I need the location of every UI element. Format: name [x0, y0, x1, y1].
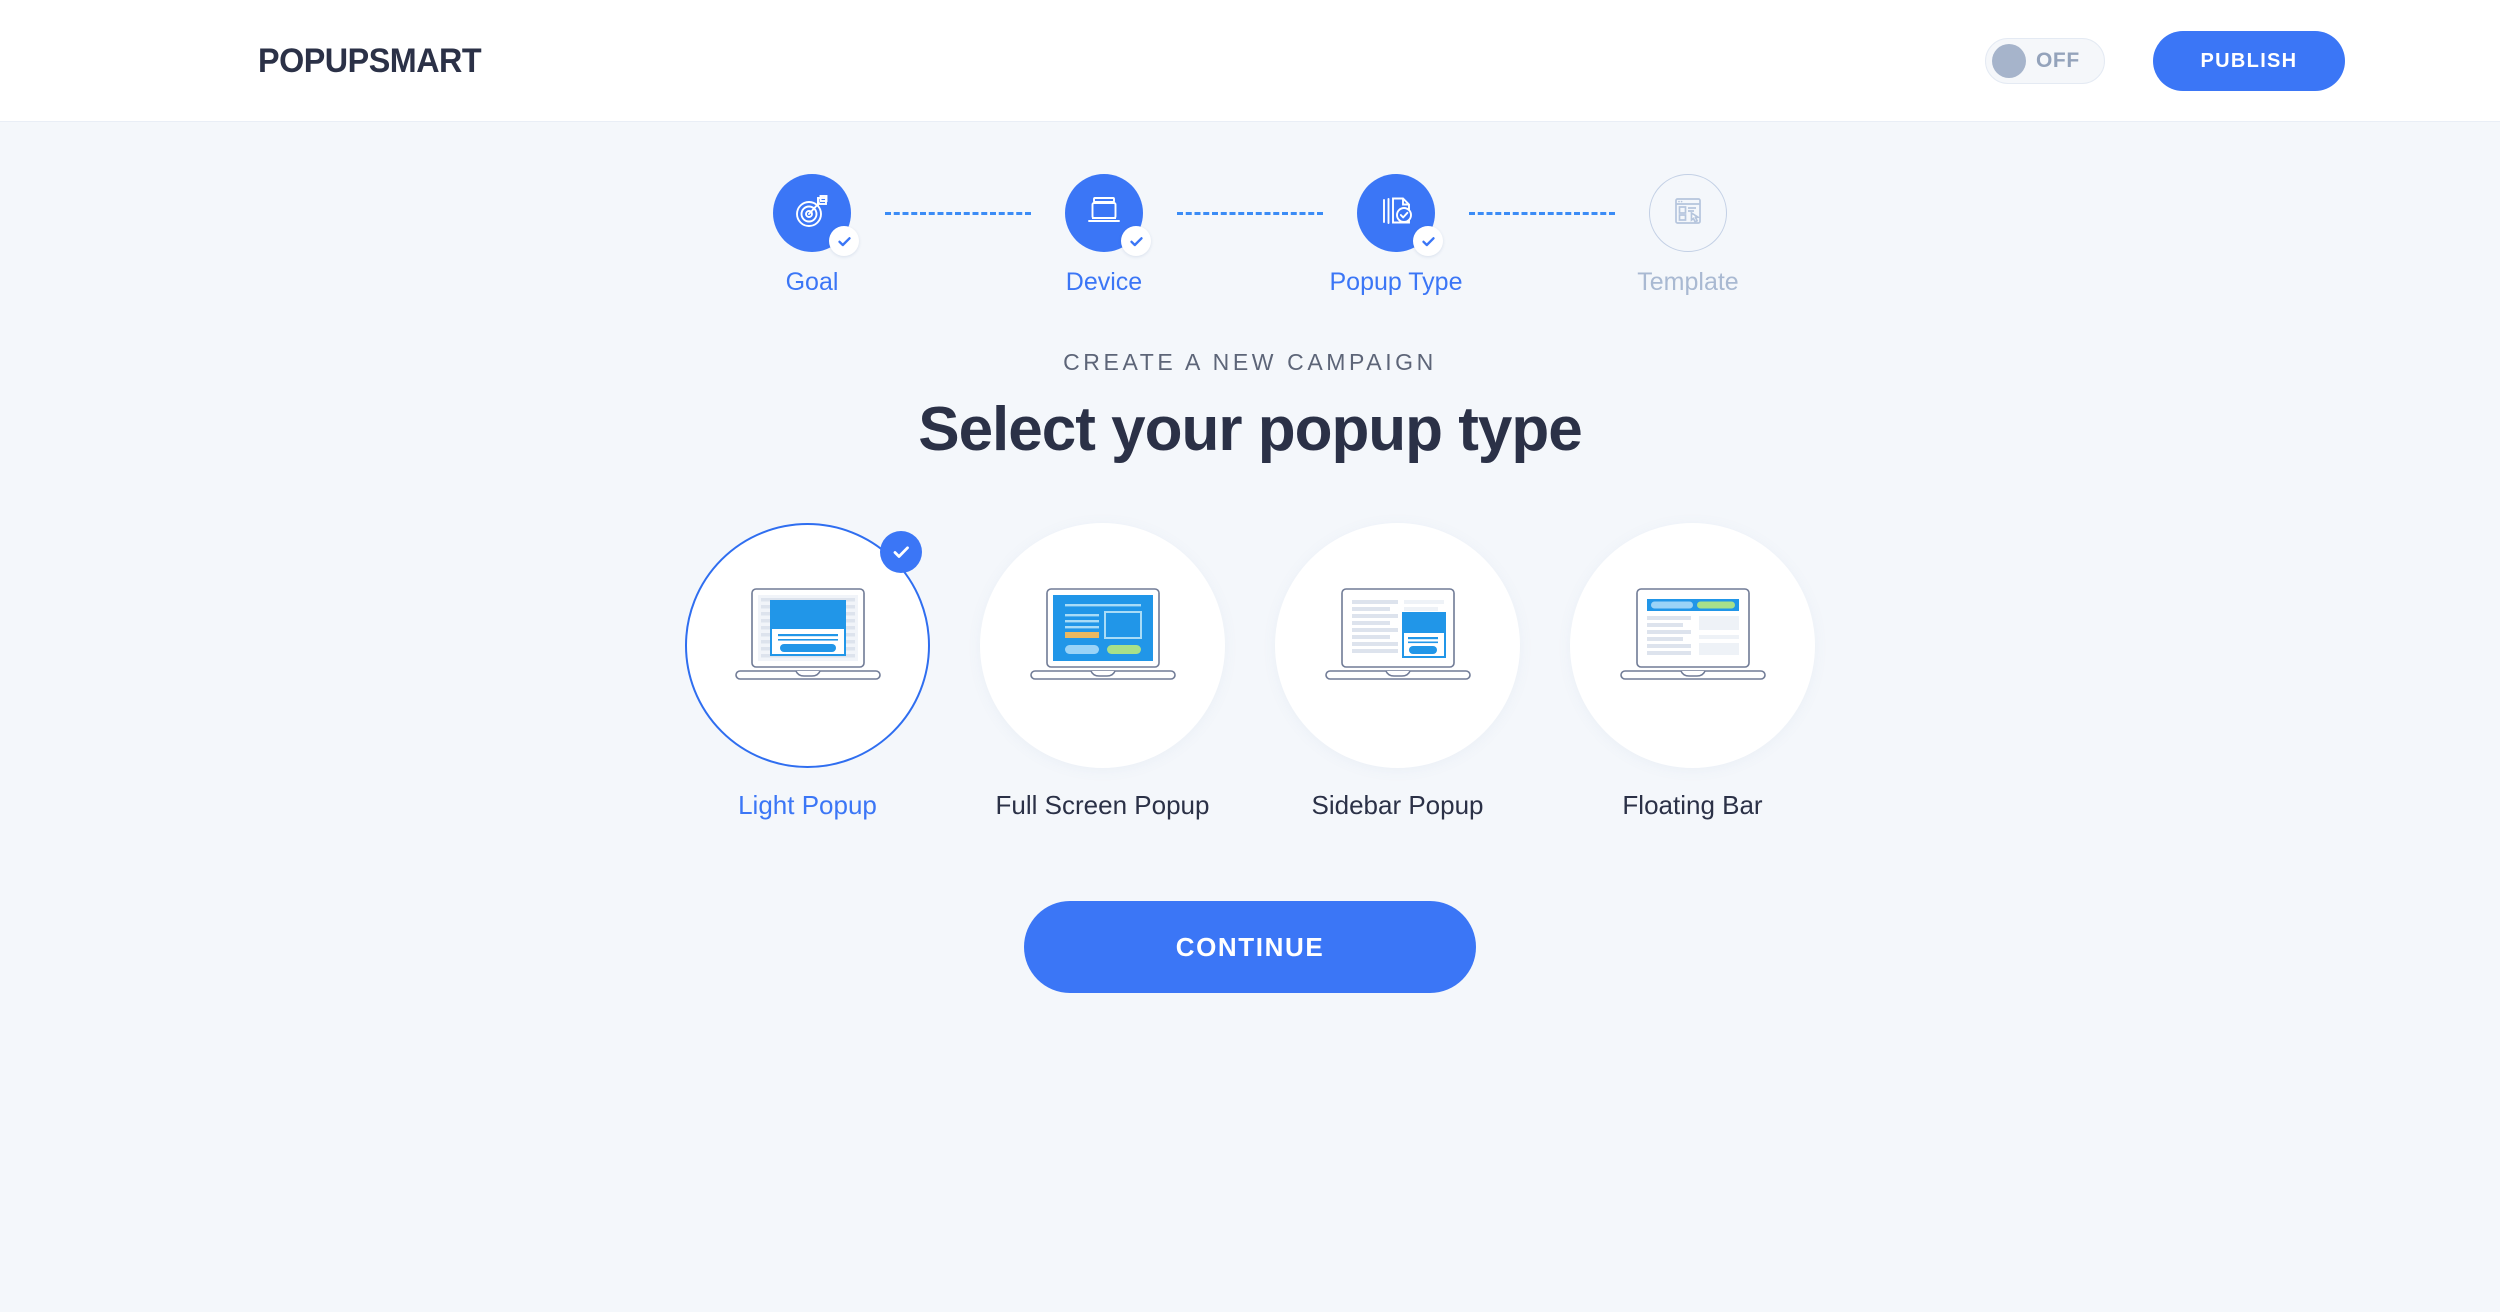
- step-goal-completed-badge: [829, 226, 859, 256]
- step-device-completed-badge: [1121, 226, 1151, 256]
- publish-button[interactable]: PUBLISH: [2153, 31, 2345, 91]
- light-popup-label: Light Popup: [738, 790, 877, 820]
- full-screen-popup-circle: [980, 523, 1225, 768]
- target-flag-icon: [791, 190, 833, 237]
- step-popup-type-completed-badge: [1413, 226, 1443, 256]
- step-device[interactable]: Device: [1031, 174, 1177, 297]
- step-template-circle: [1649, 174, 1727, 252]
- light-popup-circle: [685, 523, 930, 768]
- popupsmart-logo[interactable]: POPUPSMART: [258, 42, 482, 81]
- step-goal-circle: [773, 174, 859, 256]
- stepper-connector-3: [1469, 174, 1615, 252]
- browser-cursor-icon: [1668, 191, 1708, 236]
- sidebar-popup-preview-icon: [1318, 583, 1478, 708]
- step-goal-label: Goal: [785, 268, 839, 296]
- step-goal[interactable]: Goal: [739, 174, 885, 297]
- toggle-knob: [1992, 44, 2026, 78]
- sidebar-popup-circle: [1275, 523, 1520, 768]
- campaign-status-toggle[interactable]: OFF: [1985, 38, 2105, 84]
- full-screen-popup-preview-icon: [1023, 583, 1183, 708]
- floating-bar-preview-icon: [1613, 583, 1773, 708]
- app-header: POPUPSMART OFF PUBLISH: [0, 0, 2500, 122]
- light-popup-selected-check-icon: [880, 531, 922, 573]
- floating-bar-circle: [1570, 523, 1815, 768]
- step-popup-type-circle: [1357, 174, 1443, 256]
- continue-button[interactable]: CONTINUE: [1024, 901, 1476, 993]
- header-actions: OFF PUBLISH: [1985, 0, 2345, 122]
- continue-button-row: CONTINUE: [0, 901, 2500, 993]
- step-template[interactable]: Template: [1615, 174, 1761, 297]
- toggle-state-label: OFF: [2036, 49, 2080, 72]
- step-device-circle: [1065, 174, 1151, 256]
- light-popup-preview-icon: [728, 583, 888, 708]
- laptop-device-icon: [1084, 191, 1124, 236]
- popup-type-card-floating-bar[interactable]: Floating Bar: [1570, 523, 1815, 821]
- sidebar-popup-label: Sidebar Popup: [1311, 790, 1484, 820]
- popup-type-card-full-screen-popup[interactable]: Full Screen Popup: [980, 523, 1225, 821]
- page-title: Select your popup type: [918, 395, 1583, 464]
- popup-type-card-sidebar-popup[interactable]: Sidebar Popup: [1275, 523, 1520, 821]
- stepper-connector-1: [885, 174, 1031, 252]
- step-template-label: Template: [1637, 268, 1739, 296]
- documents-check-icon: [1376, 191, 1416, 236]
- full-screen-popup-label: Full Screen Popup: [995, 790, 1210, 820]
- step-popup-type-label: Popup Type: [1329, 268, 1463, 296]
- stepper-connector-2: [1177, 174, 1323, 252]
- campaign-stepper: Goal Device Popup Type Template: [0, 174, 2500, 297]
- step-device-label: Device: [1065, 268, 1143, 296]
- step-popup-type[interactable]: Popup Type: [1323, 174, 1469, 297]
- popup-type-options: Light Popup Full Screen Popup Sidebar Po…: [0, 523, 2500, 821]
- page-eyebrow: CREATE A NEW CAMPAIGN: [1063, 349, 1437, 375]
- popup-type-card-light-popup[interactable]: Light Popup: [685, 523, 930, 821]
- floating-bar-label: Floating Bar: [1622, 790, 1763, 820]
